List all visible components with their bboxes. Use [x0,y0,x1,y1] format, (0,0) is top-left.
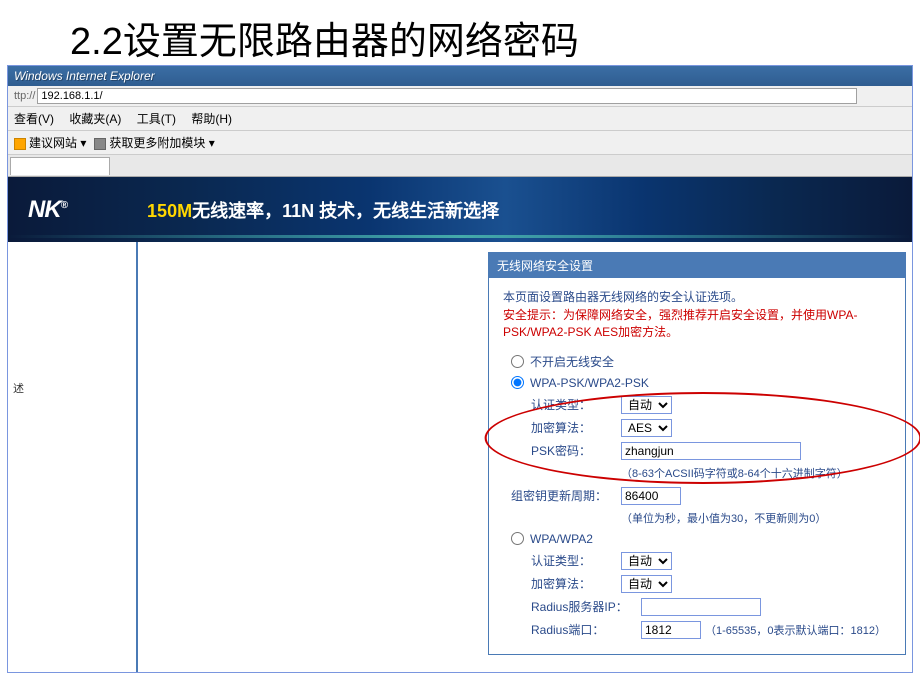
radius-ip-input[interactable] [641,598,761,616]
field-radius-ip: Radius服务器IP： [531,598,891,616]
radius-port-label: Radius端口： [531,621,641,638]
router-logo: NK® [8,196,67,224]
group-key-hint: （单位为秒，最小值为30，不更新则为0） [621,510,891,526]
wireless-security-panel: 无线网络安全设置 本页面设置路由器无线网络的安全认证选项。 安全提示：为保障网络… [488,252,906,655]
radio-row-wpa: WPA/WPA2 [503,532,891,546]
main-content: 无线网络安全设置 本页面设置路由器无线网络的安全认证选项。 安全提示：为保障网络… [138,242,912,672]
radio-wpa[interactable] [511,532,524,545]
link-suggested-label: 建议网站 ▾ [29,136,86,150]
link-get-addons[interactable]: 获取更多附加模块 ▾ [94,134,214,151]
highlighted-region: 认证类型： 自动 加密算法： AES PSK密码： [503,396,891,460]
radio-wpa-psk-label: WPA-PSK/WPA2-PSK [530,376,649,390]
radio-no-security[interactable] [511,355,524,368]
auth-type-label: 认证类型： [531,396,621,413]
router-slogan: 150M无线速率，11N 技术，无线生活新选择 [147,197,499,223]
menu-help[interactable]: 帮助(H) [191,112,232,126]
address-bar: ttp:// [8,86,912,107]
field-group-key: 组密钥更新周期： [511,487,891,505]
addr-prefix: ttp:// [14,90,35,102]
encryption-2-label: 加密算法： [531,575,621,592]
field-auth-type-2: 认证类型： 自动 [531,552,891,570]
encryption-label: 加密算法： [531,419,621,436]
addon-icon [94,138,106,150]
slide-title: 2.2设置无限路由器的网络密码 [0,0,920,65]
star-icon [14,138,26,150]
field-radius-port: Radius端口： （1-65535，0表示默认端口：1812） [531,621,891,639]
tab-bar [8,155,912,177]
encryption-2-select[interactable]: 自动 [621,575,672,593]
menu-tools[interactable]: 工具(T) [137,112,176,126]
radio-row-wpapsk: WPA-PSK/WPA2-PSK [503,376,891,390]
router-body: 述 无线网络安全设置 本页面设置路由器无线网络的安全认证选项。 安全提示：为保障… [8,242,912,672]
sidebar: 述 [8,242,138,672]
field-encryption: 加密算法： AES [531,419,891,437]
ie-window: Windows Internet Explorer ttp:// 查看(V) 收… [7,65,913,673]
address-input[interactable] [37,88,857,104]
psk-password-input[interactable] [621,442,801,460]
group-key-input[interactable] [621,487,681,505]
encryption-select[interactable]: AES [621,419,672,437]
menu-favorites[interactable]: 收藏夹(A) [69,112,121,126]
radio-wpa-label: WPA/WPA2 [530,532,593,546]
radio-row-none: 不开启无线安全 [503,353,891,370]
slogan-text: 无线速率，11N 技术，无线生活新选择 [192,201,499,221]
radio-no-security-label: 不开启无线安全 [530,353,614,370]
menu-bar: 查看(V) 收藏夹(A) 工具(T) 帮助(H) [8,107,912,131]
banner-decor [8,235,912,238]
radio-wpa-psk[interactable] [511,376,524,389]
menu-view[interactable]: 查看(V) [14,112,54,126]
slogan-highlight: 150M [147,201,192,221]
link-suggested-sites[interactable]: 建议网站 ▾ [14,134,86,151]
auth-type-2-label: 认证类型： [531,552,621,569]
auth-type-select[interactable]: 自动 [621,396,672,414]
browser-tab[interactable] [10,157,110,175]
link-addons-label: 获取更多附加模块 ▾ [109,136,214,150]
links-bar: 建议网站 ▾ 获取更多附加模块 ▾ [8,131,912,155]
field-psk-password: PSK密码： [531,442,891,460]
psk-password-label: PSK密码： [531,442,621,459]
psk-hint: （8-63个ACSII码字符或8-64个十六进制字符） [621,465,891,481]
radius-port-hint: （1-65535，0表示默认端口：1812） [705,622,886,638]
field-auth-type: 认证类型： 自动 [531,396,891,414]
sidebar-item-overview[interactable]: 述 [13,377,131,399]
auth-type-2-select[interactable]: 自动 [621,552,672,570]
panel-warning: 安全提示：为保障网络安全，强烈推荐开启安全设置，并使用WPA-PSK/WPA2-… [503,307,891,341]
radius-port-input[interactable] [641,621,701,639]
group-key-label: 组密钥更新周期： [511,487,621,504]
panel-description: 本页面设置路由器无线网络的安全认证选项。 [503,288,891,305]
panel-title: 无线网络安全设置 [489,253,905,278]
ie-titlebar: Windows Internet Explorer [8,66,912,86]
panel-body: 本页面设置路由器无线网络的安全认证选项。 安全提示：为保障网络安全，强烈推荐开启… [489,278,905,654]
router-banner: NK® 150M无线速率，11N 技术，无线生活新选择 [8,177,912,242]
field-encryption-2: 加密算法： 自动 [531,575,891,593]
radius-ip-label: Radius服务器IP： [531,598,641,615]
